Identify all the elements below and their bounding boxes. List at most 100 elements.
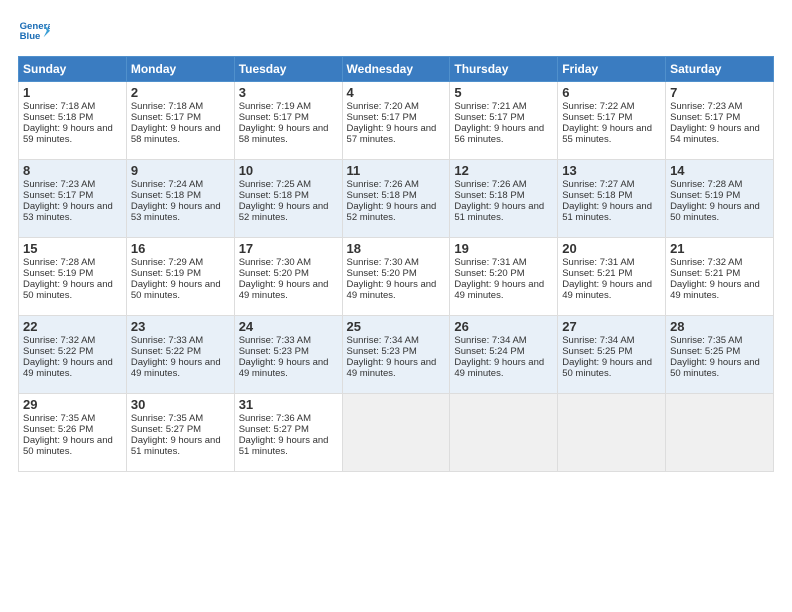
- daylight: Daylight: 9 hours and 53 minutes.: [131, 201, 221, 223]
- daylight: Daylight: 9 hours and 58 minutes.: [131, 123, 221, 145]
- calendar-cell: [342, 394, 450, 472]
- sunrise: Sunrise: 7:27 AM: [562, 179, 634, 190]
- day-number: 6: [562, 85, 661, 100]
- daylight: Daylight: 9 hours and 57 minutes.: [347, 123, 437, 145]
- sunset: Sunset: 5:21 PM: [670, 268, 740, 279]
- sunrise: Sunrise: 7:26 AM: [454, 179, 526, 190]
- day-number: 18: [347, 241, 446, 256]
- header: General Blue: [18, 18, 774, 46]
- day-number: 14: [670, 163, 769, 178]
- sunrise: Sunrise: 7:30 AM: [239, 257, 311, 268]
- sunrise: Sunrise: 7:22 AM: [562, 101, 634, 112]
- sunrise: Sunrise: 7:32 AM: [23, 335, 95, 346]
- day-number: 13: [562, 163, 661, 178]
- sunset: Sunset: 5:24 PM: [454, 346, 524, 357]
- sunrise: Sunrise: 7:25 AM: [239, 179, 311, 190]
- calendar-week-2: 8Sunrise: 7:23 AMSunset: 5:17 PMDaylight…: [19, 160, 774, 238]
- daylight: Daylight: 9 hours and 51 minutes.: [562, 201, 652, 223]
- calendar-cell: 4Sunrise: 7:20 AMSunset: 5:17 PMDaylight…: [342, 82, 450, 160]
- day-number: 31: [239, 397, 338, 412]
- daylight: Daylight: 9 hours and 53 minutes.: [23, 201, 113, 223]
- day-number: 23: [131, 319, 230, 334]
- calendar-cell: 16Sunrise: 7:29 AMSunset: 5:19 PMDayligh…: [126, 238, 234, 316]
- calendar-cell: 25Sunrise: 7:34 AMSunset: 5:23 PMDayligh…: [342, 316, 450, 394]
- sunset: Sunset: 5:17 PM: [239, 112, 309, 123]
- day-number: 5: [454, 85, 553, 100]
- sunset: Sunset: 5:18 PM: [239, 190, 309, 201]
- calendar-cell: [450, 394, 558, 472]
- daylight: Daylight: 9 hours and 50 minutes.: [562, 357, 652, 379]
- page-container: General Blue SundayMondayTuesdayWednesda…: [0, 0, 792, 482]
- daylight: Daylight: 9 hours and 49 minutes.: [454, 279, 544, 301]
- daylight: Daylight: 9 hours and 49 minutes.: [23, 357, 113, 379]
- sunset: Sunset: 5:21 PM: [562, 268, 632, 279]
- calendar-cell: 5Sunrise: 7:21 AMSunset: 5:17 PMDaylight…: [450, 82, 558, 160]
- daylight: Daylight: 9 hours and 58 minutes.: [239, 123, 329, 145]
- daylight: Daylight: 9 hours and 50 minutes.: [670, 201, 760, 223]
- day-number: 1: [23, 85, 122, 100]
- calendar-week-1: 1Sunrise: 7:18 AMSunset: 5:18 PMDaylight…: [19, 82, 774, 160]
- sunset: Sunset: 5:17 PM: [562, 112, 632, 123]
- svg-text:Blue: Blue: [20, 31, 41, 42]
- sunrise: Sunrise: 7:18 AM: [131, 101, 203, 112]
- calendar-cell: [666, 394, 774, 472]
- daylight: Daylight: 9 hours and 50 minutes.: [670, 357, 760, 379]
- calendar-cell: 20Sunrise: 7:31 AMSunset: 5:21 PMDayligh…: [558, 238, 666, 316]
- calendar-cell: 1Sunrise: 7:18 AMSunset: 5:18 PMDaylight…: [19, 82, 127, 160]
- calendar-cell: 10Sunrise: 7:25 AMSunset: 5:18 PMDayligh…: [234, 160, 342, 238]
- sunset: Sunset: 5:20 PM: [454, 268, 524, 279]
- sunrise: Sunrise: 7:19 AM: [239, 101, 311, 112]
- sunset: Sunset: 5:17 PM: [454, 112, 524, 123]
- sunrise: Sunrise: 7:30 AM: [347, 257, 419, 268]
- calendar-cell: 17Sunrise: 7:30 AMSunset: 5:20 PMDayligh…: [234, 238, 342, 316]
- day-header-wednesday: Wednesday: [342, 57, 450, 82]
- calendar-cell: 12Sunrise: 7:26 AMSunset: 5:18 PMDayligh…: [450, 160, 558, 238]
- sunset: Sunset: 5:22 PM: [23, 346, 93, 357]
- daylight: Daylight: 9 hours and 50 minutes.: [23, 435, 113, 457]
- daylight: Daylight: 9 hours and 49 minutes.: [454, 357, 544, 379]
- calendar-cell: 24Sunrise: 7:33 AMSunset: 5:23 PMDayligh…: [234, 316, 342, 394]
- daylight: Daylight: 9 hours and 49 minutes.: [239, 279, 329, 301]
- sunset: Sunset: 5:17 PM: [347, 112, 417, 123]
- daylight: Daylight: 9 hours and 49 minutes.: [239, 357, 329, 379]
- calendar-cell: 28Sunrise: 7:35 AMSunset: 5:25 PMDayligh…: [666, 316, 774, 394]
- sunset: Sunset: 5:17 PM: [23, 190, 93, 201]
- day-header-thursday: Thursday: [450, 57, 558, 82]
- day-number: 11: [347, 163, 446, 178]
- sunset: Sunset: 5:27 PM: [131, 424, 201, 435]
- calendar-cell: 11Sunrise: 7:26 AMSunset: 5:18 PMDayligh…: [342, 160, 450, 238]
- sunset: Sunset: 5:18 PM: [347, 190, 417, 201]
- calendar-cell: 18Sunrise: 7:30 AMSunset: 5:20 PMDayligh…: [342, 238, 450, 316]
- day-number: 8: [23, 163, 122, 178]
- sunrise: Sunrise: 7:36 AM: [239, 413, 311, 424]
- day-header-tuesday: Tuesday: [234, 57, 342, 82]
- sunrise: Sunrise: 7:18 AM: [23, 101, 95, 112]
- calendar-cell: 29Sunrise: 7:35 AMSunset: 5:26 PMDayligh…: [19, 394, 127, 472]
- day-number: 27: [562, 319, 661, 334]
- calendar-cell: 19Sunrise: 7:31 AMSunset: 5:20 PMDayligh…: [450, 238, 558, 316]
- sunrise: Sunrise: 7:34 AM: [347, 335, 419, 346]
- daylight: Daylight: 9 hours and 50 minutes.: [23, 279, 113, 301]
- sunrise: Sunrise: 7:29 AM: [131, 257, 203, 268]
- daylight: Daylight: 9 hours and 51 minutes.: [239, 435, 329, 457]
- calendar-week-3: 15Sunrise: 7:28 AMSunset: 5:19 PMDayligh…: [19, 238, 774, 316]
- day-number: 7: [670, 85, 769, 100]
- daylight: Daylight: 9 hours and 59 minutes.: [23, 123, 113, 145]
- day-header-monday: Monday: [126, 57, 234, 82]
- daylight: Daylight: 9 hours and 49 minutes.: [347, 357, 437, 379]
- calendar-table: SundayMondayTuesdayWednesdayThursdayFrid…: [18, 56, 774, 472]
- daylight: Daylight: 9 hours and 56 minutes.: [454, 123, 544, 145]
- calendar-cell: 13Sunrise: 7:27 AMSunset: 5:18 PMDayligh…: [558, 160, 666, 238]
- day-number: 28: [670, 319, 769, 334]
- daylight: Daylight: 9 hours and 52 minutes.: [347, 201, 437, 223]
- sunrise: Sunrise: 7:31 AM: [454, 257, 526, 268]
- day-number: 29: [23, 397, 122, 412]
- sunset: Sunset: 5:25 PM: [562, 346, 632, 357]
- day-header-sunday: Sunday: [19, 57, 127, 82]
- sunrise: Sunrise: 7:26 AM: [347, 179, 419, 190]
- day-number: 19: [454, 241, 553, 256]
- calendar-cell: 21Sunrise: 7:32 AMSunset: 5:21 PMDayligh…: [666, 238, 774, 316]
- day-number: 16: [131, 241, 230, 256]
- daylight: Daylight: 9 hours and 51 minutes.: [454, 201, 544, 223]
- sunrise: Sunrise: 7:20 AM: [347, 101, 419, 112]
